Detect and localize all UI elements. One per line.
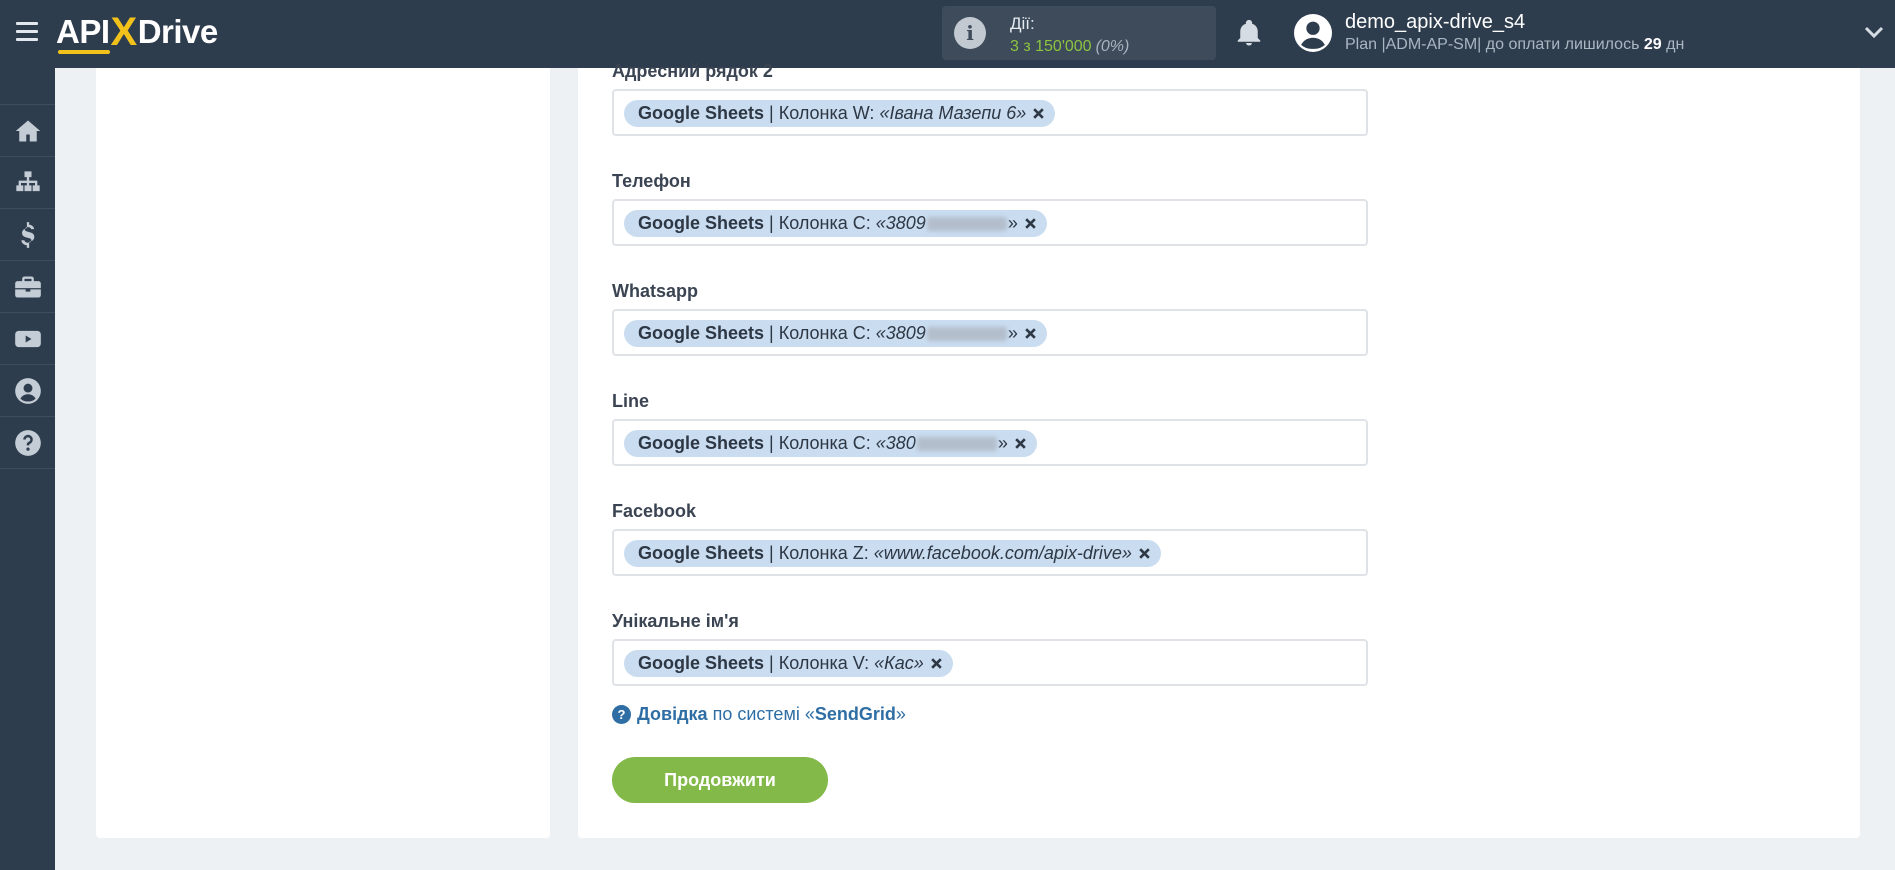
field-facebook[interactable]: Google Sheets | Колонка Z: «www.facebook.co… <box>612 529 1368 576</box>
sidebar-item-billing[interactable] <box>0 209 55 261</box>
chevron-down-icon[interactable] <box>1864 24 1884 40</box>
sitemap-icon <box>15 170 40 191</box>
remove-chip-icon[interactable] <box>1024 217 1037 230</box>
apix-drive-logo[interactable]: API X Drive <box>56 10 218 54</box>
mapping-chip[interactable]: Google Sheets | Колонка V: «Кас» <box>624 650 953 677</box>
user-name[interactable]: demo_apix-drive_s4 <box>1345 11 1525 34</box>
mapping-chip[interactable]: Google Sheets | Колонка Z: «www.facebook.co… <box>624 540 1161 567</box>
field-label-phone: Телефон <box>612 171 691 191</box>
sidebar-item-projects[interactable] <box>0 261 55 313</box>
remove-chip-icon[interactable] <box>1032 107 1045 120</box>
sidebar-item-account[interactable] <box>0 365 55 417</box>
mapping-chip[interactable]: Google Sheets | Колонка C: «380» <box>624 430 1037 457</box>
actions-title: Дії: <box>1010 14 1035 33</box>
youtube-icon <box>14 330 41 347</box>
remove-chip-icon[interactable] <box>1024 327 1037 340</box>
field-address-line-2[interactable]: Google Sheets | Колонка W: «Івана Мазепи 6» <box>612 89 1368 136</box>
field-label-unique-name: Унікальне ім'я <box>612 611 739 631</box>
help-link[interactable]: Довідка <box>637 704 708 725</box>
left-panel <box>96 68 550 838</box>
help-system-link[interactable]: SendGrid <box>815 704 896 725</box>
user-icon <box>14 377 41 404</box>
blurred-value <box>926 326 1007 341</box>
help-row: ? Довідка по системі «SendGrid» <box>612 704 906 725</box>
user-avatar-icon[interactable] <box>1294 14 1332 52</box>
field-label-address-line-2: Адресний рядок 2 <box>612 61 773 81</box>
mapping-chip[interactable]: Google Sheets | Колонка W: «Івана Мазепи 6» <box>624 100 1056 127</box>
blurred-value <box>926 216 1007 231</box>
home-icon <box>15 120 40 141</box>
sidebar-item-connections[interactable] <box>0 157 55 209</box>
mapping-chip[interactable]: Google Sheets | Колонка C: «3809» <box>624 320 1047 347</box>
sidebar <box>0 68 55 870</box>
actions-count: 3 з 150'000 (0%) <box>1010 38 1130 55</box>
field-label-line: Line <box>612 391 650 411</box>
blurred-value <box>916 436 997 451</box>
field-unique-name[interactable]: Google Sheets | Колонка V: «Кас» <box>612 639 1368 686</box>
continue-button[interactable]: Продовжити <box>612 757 828 803</box>
remove-chip-icon[interactable] <box>930 657 943 670</box>
question-circle-icon: ? <box>612 705 631 724</box>
actions-counter: i Дії: 3 з 150'000 (0%) <box>942 6 1216 60</box>
briefcase-icon <box>14 276 41 297</box>
question-icon <box>14 429 41 456</box>
remove-chip-icon[interactable] <box>1138 547 1151 560</box>
field-whatsapp[interactable]: Google Sheets | Колонка C: «3809» <box>612 309 1368 356</box>
user-plan: Plan |ADM-AP-SM| до оплати лишилось 29 д… <box>1345 36 1685 53</box>
info-icon: i <box>954 17 986 49</box>
field-label-facebook: Facebook <box>612 501 697 521</box>
bell-icon[interactable] <box>1234 18 1264 48</box>
remove-chip-icon[interactable] <box>1014 437 1027 450</box>
sidebar-item-videos[interactable] <box>0 313 55 365</box>
dollar-icon <box>20 221 34 248</box>
sidebar-item-home[interactable] <box>0 105 55 157</box>
sidebar-item-help[interactable] <box>0 417 55 469</box>
top-bar: API X Drive i Дії: 3 з 150'000 (0%) demo_ap… <box>0 0 1895 68</box>
field-label-whatsapp: Whatsapp <box>612 281 699 301</box>
mapping-chip[interactable]: Google Sheets | Колонка C: «3809» <box>624 210 1047 237</box>
hamburger-menu-icon[interactable] <box>16 22 38 42</box>
field-line[interactable]: Google Sheets | Колонка C: «380» <box>612 419 1368 466</box>
field-phone[interactable]: Google Sheets | Колонка C: «3809» <box>612 199 1368 246</box>
